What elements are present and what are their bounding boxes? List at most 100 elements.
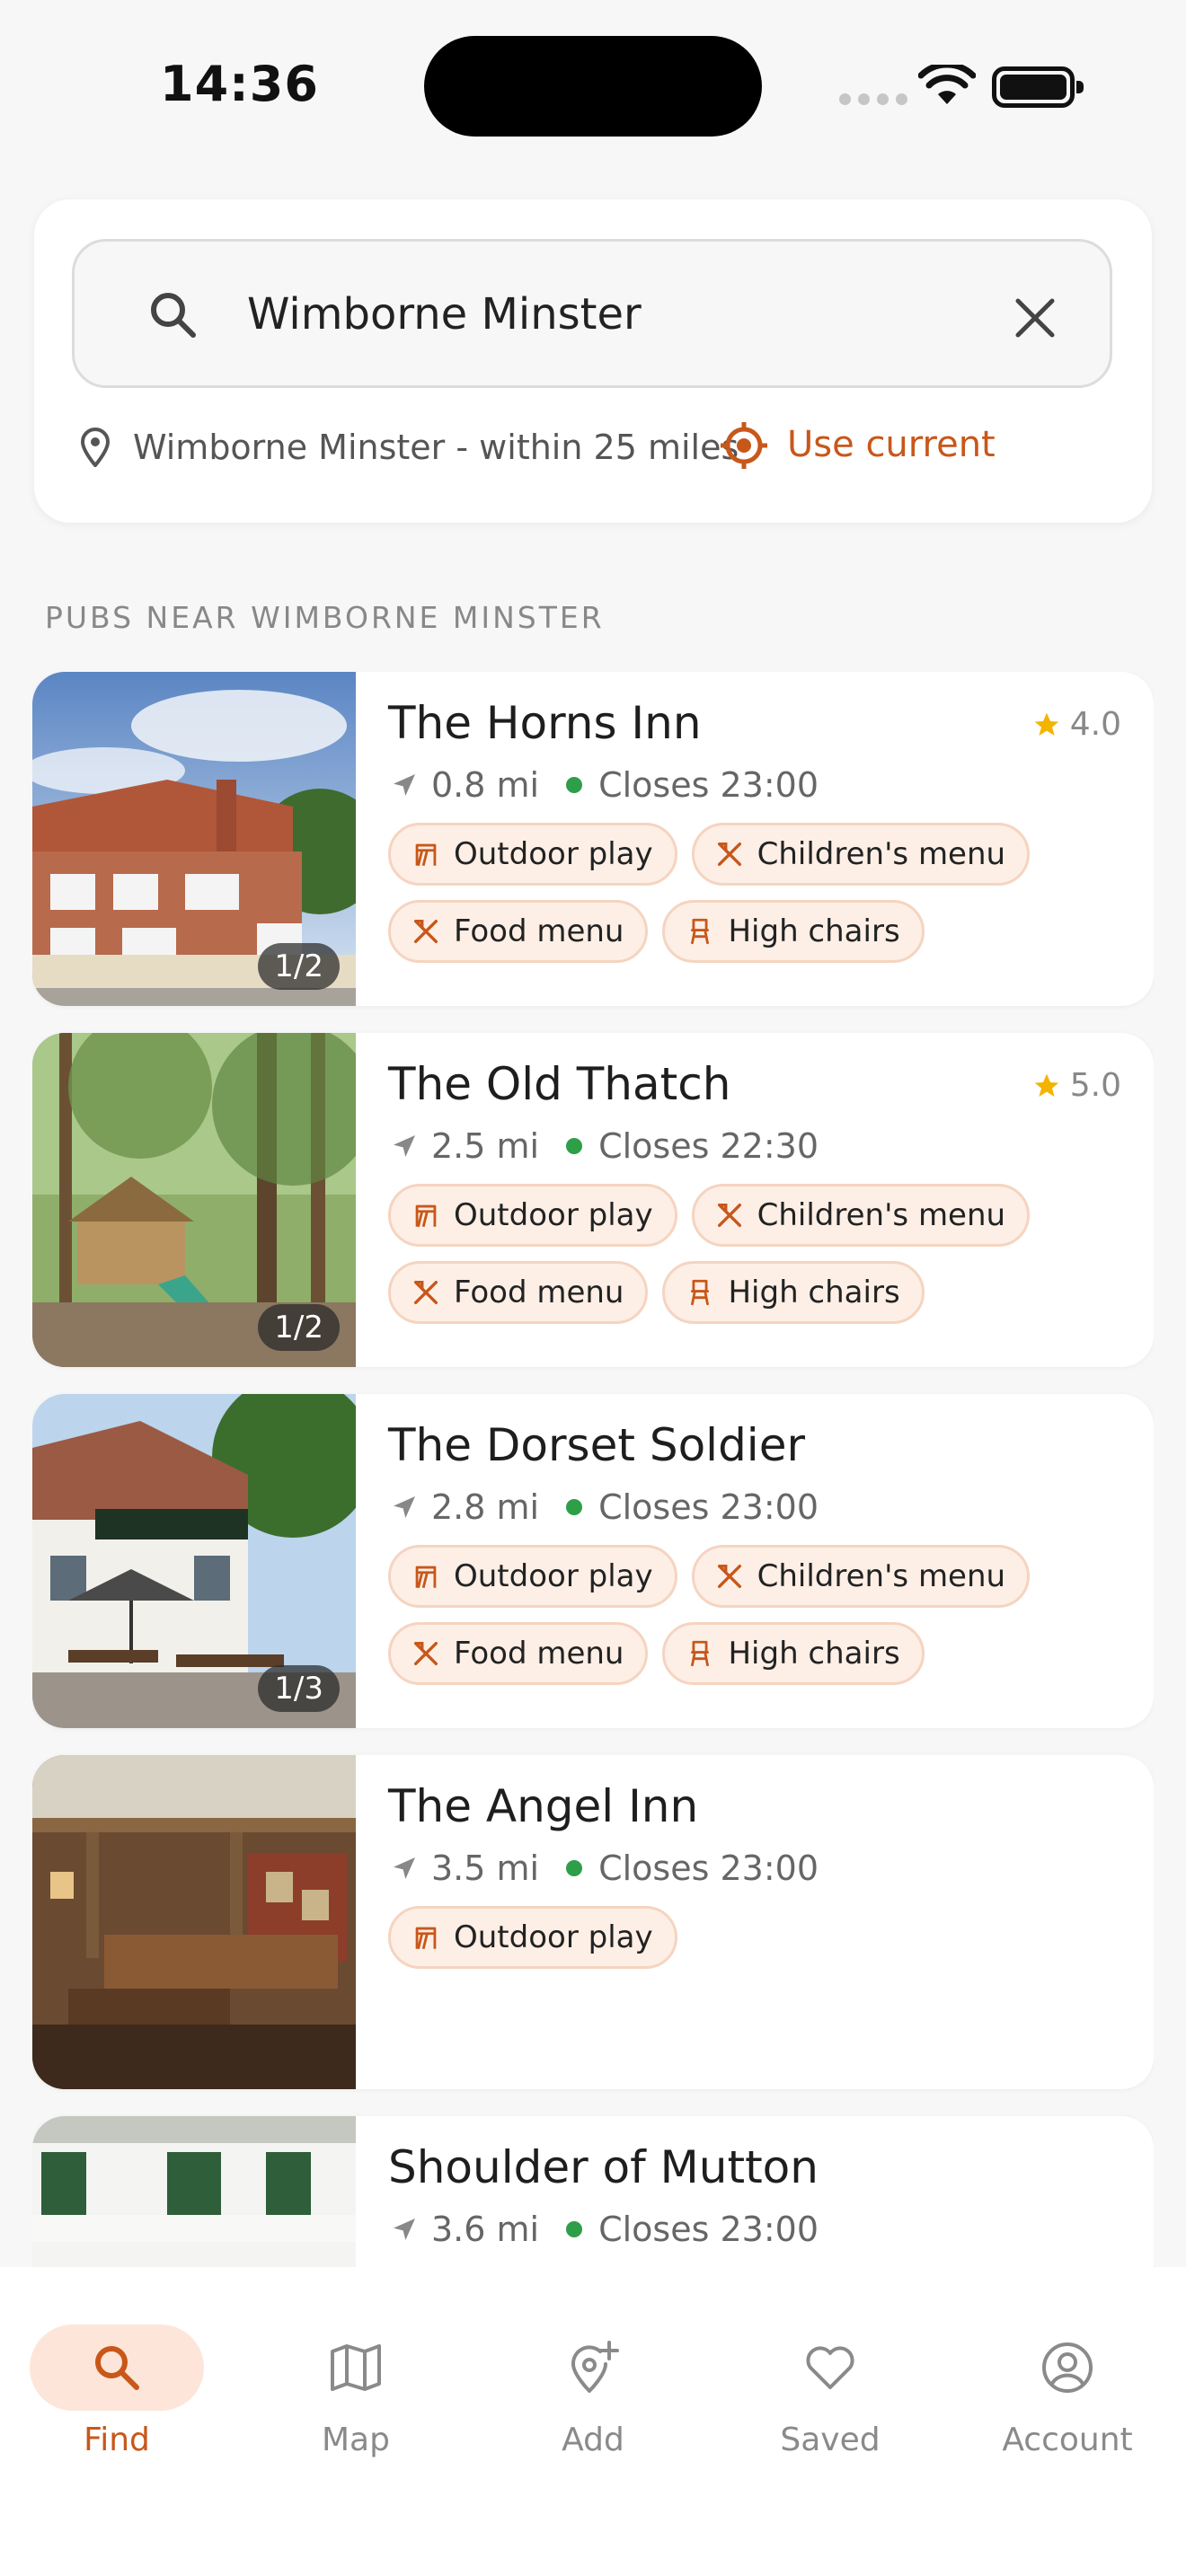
amenity-tags: Outdoor play xyxy=(388,1906,1125,1969)
navigation-arrow-icon xyxy=(394,1496,415,1518)
tag-food-menu: Food menu xyxy=(388,1622,649,1685)
tag-outdoor-play: Outdoor play xyxy=(388,1545,677,1608)
distance: 2.5 mi xyxy=(431,1126,540,1166)
closing-time: Closes 23:00 xyxy=(598,1848,819,1888)
cutlery-icon xyxy=(413,1280,438,1305)
tab-find[interactable]: Find xyxy=(27,2307,207,2468)
pub-card[interactable]: The Angel Inn 3.5 mi Closes 23:00 Outdoo… xyxy=(32,1755,1154,2089)
pub-name: The Old Thatch xyxy=(388,1058,731,1110)
cellular-signal-icon xyxy=(839,93,907,105)
slide-icon xyxy=(415,843,437,867)
pub-list[interactable]: 1/2 The Horns Inn 4.0 0.8 mi Closes 23:0… xyxy=(32,672,1154,2267)
pub-photo[interactable] xyxy=(32,2116,356,2267)
high-chair-icon xyxy=(691,1279,710,1306)
pub-meta: 2.8 mi Closes 23:00 xyxy=(390,1487,819,1527)
tag-food-menu: Food menu xyxy=(388,1261,649,1324)
open-status-dot xyxy=(566,1499,583,1515)
rating: 5.0 xyxy=(1032,1067,1121,1104)
pub-card[interactable]: Shoulder of Mutton 3.6 mi Closes 23:00 xyxy=(32,2116,1154,2267)
wifi-icon xyxy=(918,65,976,104)
location-text: Wimborne Minster - within 25 miles xyxy=(133,428,739,467)
cutlery-icon xyxy=(717,1564,741,1589)
tab-account[interactable]: Account xyxy=(978,2307,1157,2468)
pub-card[interactable]: 1/3 The Dorset Soldier 2.8 mi Closes 23:… xyxy=(32,1394,1154,1728)
pub-photo[interactable]: 1/2 xyxy=(32,1033,356,1367)
open-status-dot xyxy=(566,777,583,793)
pub-photo[interactable]: 1/2 xyxy=(32,672,356,1006)
tab-label: Find xyxy=(84,2422,150,2458)
search-icon xyxy=(151,293,196,338)
pub-name: The Dorset Soldier xyxy=(388,1419,806,1471)
pub-meta: 0.8 mi Closes 23:00 xyxy=(390,765,819,805)
rating-value: 4.0 xyxy=(1069,706,1121,743)
open-status-dot xyxy=(566,2221,583,2237)
pub-card[interactable]: 1/2 The Horns Inn 4.0 0.8 mi Closes 23:0… xyxy=(32,672,1154,1006)
distance: 3.5 mi xyxy=(431,1848,540,1888)
crosshair-location-icon[interactable] xyxy=(719,420,769,471)
cutlery-icon xyxy=(717,842,741,867)
search-card: Wimborne Minster - within 25 miles Use c… xyxy=(34,199,1152,523)
pub-name: The Angel Inn xyxy=(388,1780,699,1832)
tag-high-chairs: High chairs xyxy=(662,1622,925,1685)
clear-search-icon[interactable] xyxy=(1011,294,1059,342)
photo-counter: 1/3 xyxy=(258,1665,340,1712)
account-icon xyxy=(1042,2342,1093,2393)
use-current-location-button[interactable]: Use current xyxy=(787,424,996,465)
tag-outdoor-play: Outdoor play xyxy=(388,823,677,886)
tab-bar: Find Map Add Saved Account xyxy=(0,2267,1186,2576)
distance: 2.8 mi xyxy=(431,1487,540,1527)
photo-counter: 1/2 xyxy=(258,1304,340,1351)
amenity-tags: Outdoor play Children's menu Food menu H… xyxy=(388,1545,1125,1685)
slide-icon xyxy=(415,1927,437,1950)
tab-label: Account xyxy=(1002,2422,1133,2458)
distance: 0.8 mi xyxy=(431,765,540,805)
map-icon xyxy=(331,2344,381,2391)
tab-add[interactable]: Add xyxy=(503,2307,683,2468)
tab-label: Map xyxy=(322,2422,390,2458)
tag-outdoor-play: Outdoor play xyxy=(388,1184,677,1247)
heart-icon xyxy=(806,2346,854,2389)
closing-time: Closes 23:00 xyxy=(598,2210,819,2249)
tag-childrens-menu: Children's menu xyxy=(691,1184,1031,1247)
cutlery-icon xyxy=(413,1641,438,1666)
distance: 3.6 mi xyxy=(431,2210,540,2249)
star-icon xyxy=(1034,712,1059,736)
tag-high-chairs: High chairs xyxy=(662,900,925,963)
pub-name: The Horns Inn xyxy=(388,697,702,749)
rating: 4.0 xyxy=(1032,706,1121,743)
pub-meta: 3.5 mi Closes 23:00 xyxy=(390,1848,819,1888)
high-chair-icon xyxy=(691,1640,710,1667)
search-box[interactable] xyxy=(72,239,1112,388)
section-title: PUBS NEAR WIMBORNE MINSTER xyxy=(45,600,605,635)
pub-meta: 2.5 mi Closes 22:30 xyxy=(390,1126,819,1166)
photo-counter: 1/2 xyxy=(258,943,340,990)
rating-value: 5.0 xyxy=(1069,1067,1121,1104)
tab-saved[interactable]: Saved xyxy=(740,2307,920,2468)
dynamic-island xyxy=(424,36,762,137)
pub-meta: 3.6 mi Closes 23:00 xyxy=(390,2210,819,2249)
pub-photo[interactable]: 1/3 xyxy=(32,1394,356,1728)
tab-label: Add xyxy=(562,2422,624,2458)
star-icon xyxy=(1034,1073,1059,1097)
tag-food-menu: Food menu xyxy=(388,900,649,963)
navigation-arrow-icon xyxy=(394,1857,415,1879)
closing-time: Closes 23:00 xyxy=(598,765,819,805)
pub-card[interactable]: 1/2 The Old Thatch 5.0 2.5 mi Closes 22:… xyxy=(32,1033,1154,1367)
closing-time: Closes 23:00 xyxy=(598,1487,819,1527)
amenity-tags: Outdoor play Children's menu Food menu H… xyxy=(388,1184,1125,1324)
tag-childrens-menu: Children's menu xyxy=(691,1545,1031,1608)
pub-photo[interactable] xyxy=(32,1755,356,2089)
cutlery-icon xyxy=(413,919,438,944)
slide-icon xyxy=(415,1566,437,1589)
add-location-icon xyxy=(571,2341,619,2393)
tag-outdoor-play: Outdoor play xyxy=(388,1906,677,1969)
location-row: Wimborne Minster - within 25 miles Use c… xyxy=(79,420,1112,474)
open-status-dot xyxy=(566,1860,583,1876)
home-indicator xyxy=(395,2542,791,2554)
status-time: 14:36 xyxy=(160,56,319,112)
navigation-arrow-icon xyxy=(394,774,415,796)
battery-icon xyxy=(992,66,1084,108)
search-input[interactable] xyxy=(247,281,966,348)
tab-map[interactable]: Map xyxy=(266,2307,446,2468)
navigation-arrow-icon xyxy=(394,2219,415,2240)
